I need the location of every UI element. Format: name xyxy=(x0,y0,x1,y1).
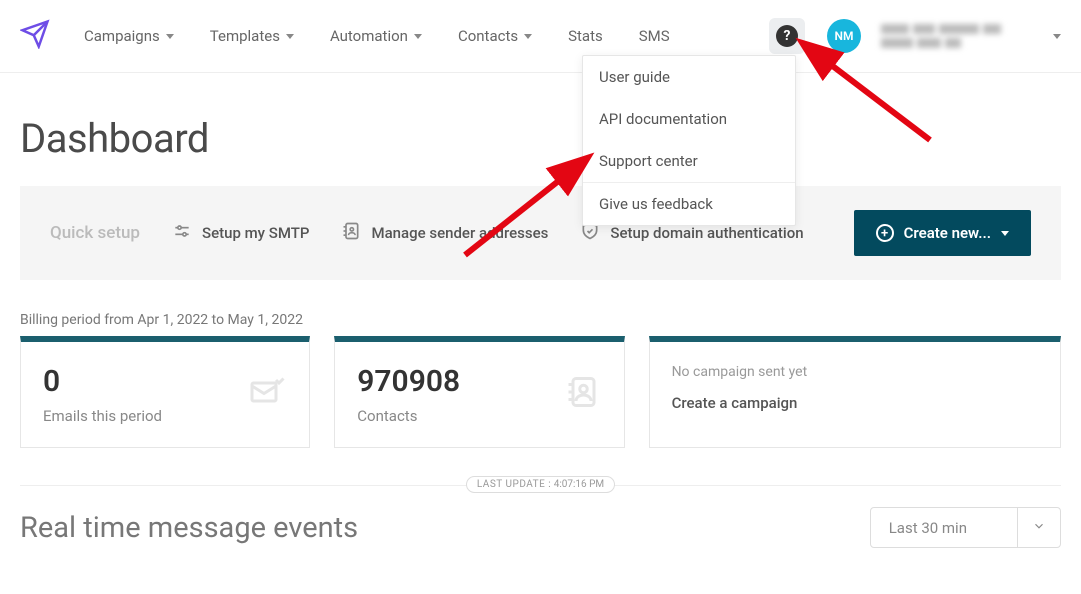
logo-icon xyxy=(20,19,50,53)
nav-automation[interactable]: Automation xyxy=(316,25,436,47)
manage-sender-label: Manage sender addresses xyxy=(371,224,548,242)
chevron-down-icon xyxy=(166,34,174,39)
nav-sms[interactable]: SMS xyxy=(625,25,684,47)
time-range-label: Last 30 min xyxy=(871,509,1017,547)
chevron-down-icon xyxy=(1017,508,1060,547)
dropdown-feedback[interactable]: Give us feedback xyxy=(583,183,795,225)
plus-circle-icon: + xyxy=(876,224,894,242)
billing-period-text: Billing period from Apr 1, 2022 to May 1… xyxy=(20,312,1061,328)
no-campaign-text: No campaign sent yet xyxy=(672,364,1038,380)
time-range-select[interactable]: Last 30 min xyxy=(870,507,1061,548)
chevron-down-icon xyxy=(1001,231,1009,236)
dropdown-api-docs[interactable]: API documentation xyxy=(583,98,795,140)
realtime-title: Real time message events xyxy=(20,511,358,545)
address-book-icon xyxy=(341,221,361,245)
top-nav: Campaigns Templates Automation Contacts … xyxy=(0,0,1081,73)
question-icon: ? xyxy=(776,25,798,47)
nav-stats[interactable]: Stats xyxy=(554,25,617,47)
domain-auth-label: Setup domain authentication xyxy=(610,224,803,242)
account-dropdown-caret[interactable] xyxy=(1053,34,1061,39)
quick-setup-bar: Quick setup Setup my SMTP Manage sender … xyxy=(20,186,1061,280)
chevron-down-icon xyxy=(414,34,422,39)
campaign-card: No campaign sent yet Create a campaign xyxy=(649,336,1061,448)
last-update-label: LAST UPDATE : xyxy=(477,479,551,490)
create-new-label: Create new... xyxy=(904,224,991,242)
nav-campaigns[interactable]: Campaigns xyxy=(70,25,188,47)
dropdown-user-guide[interactable]: User guide xyxy=(583,56,795,98)
nav-contacts[interactable]: Contacts xyxy=(444,25,546,47)
last-update-time: 4:07:16 PM xyxy=(554,479,604,490)
dropdown-support-center[interactable]: Support center xyxy=(583,140,795,182)
nav-templates[interactable]: Templates xyxy=(196,25,308,47)
quick-setup-title: Quick setup xyxy=(50,223,140,243)
contacts-book-icon xyxy=(564,374,600,414)
mail-check-icon xyxy=(249,374,285,414)
create-campaign-link[interactable]: Create a campaign xyxy=(672,394,1038,412)
chevron-down-icon xyxy=(524,34,532,39)
emails-card: 0 Emails this period xyxy=(20,336,310,448)
page-title: Dashboard xyxy=(20,115,1061,162)
help-button[interactable]: ? xyxy=(769,18,805,54)
last-update-pill: LAST UPDATE : 4:07:16 PM xyxy=(466,476,615,493)
manage-sender-link[interactable]: Manage sender addresses xyxy=(341,221,548,245)
create-new-button[interactable]: + Create new... xyxy=(854,210,1031,256)
avatar[interactable]: NM xyxy=(827,19,861,53)
setup-smtp-link[interactable]: Setup my SMTP xyxy=(172,221,309,245)
chevron-down-icon xyxy=(286,34,294,39)
contacts-card: 970908 Contacts xyxy=(334,336,624,448)
sliders-icon xyxy=(172,221,192,245)
user-name-redacted xyxy=(881,24,1031,48)
help-dropdown: User guide API documentation Support cen… xyxy=(582,55,796,226)
setup-smtp-label: Setup my SMTP xyxy=(202,224,309,242)
